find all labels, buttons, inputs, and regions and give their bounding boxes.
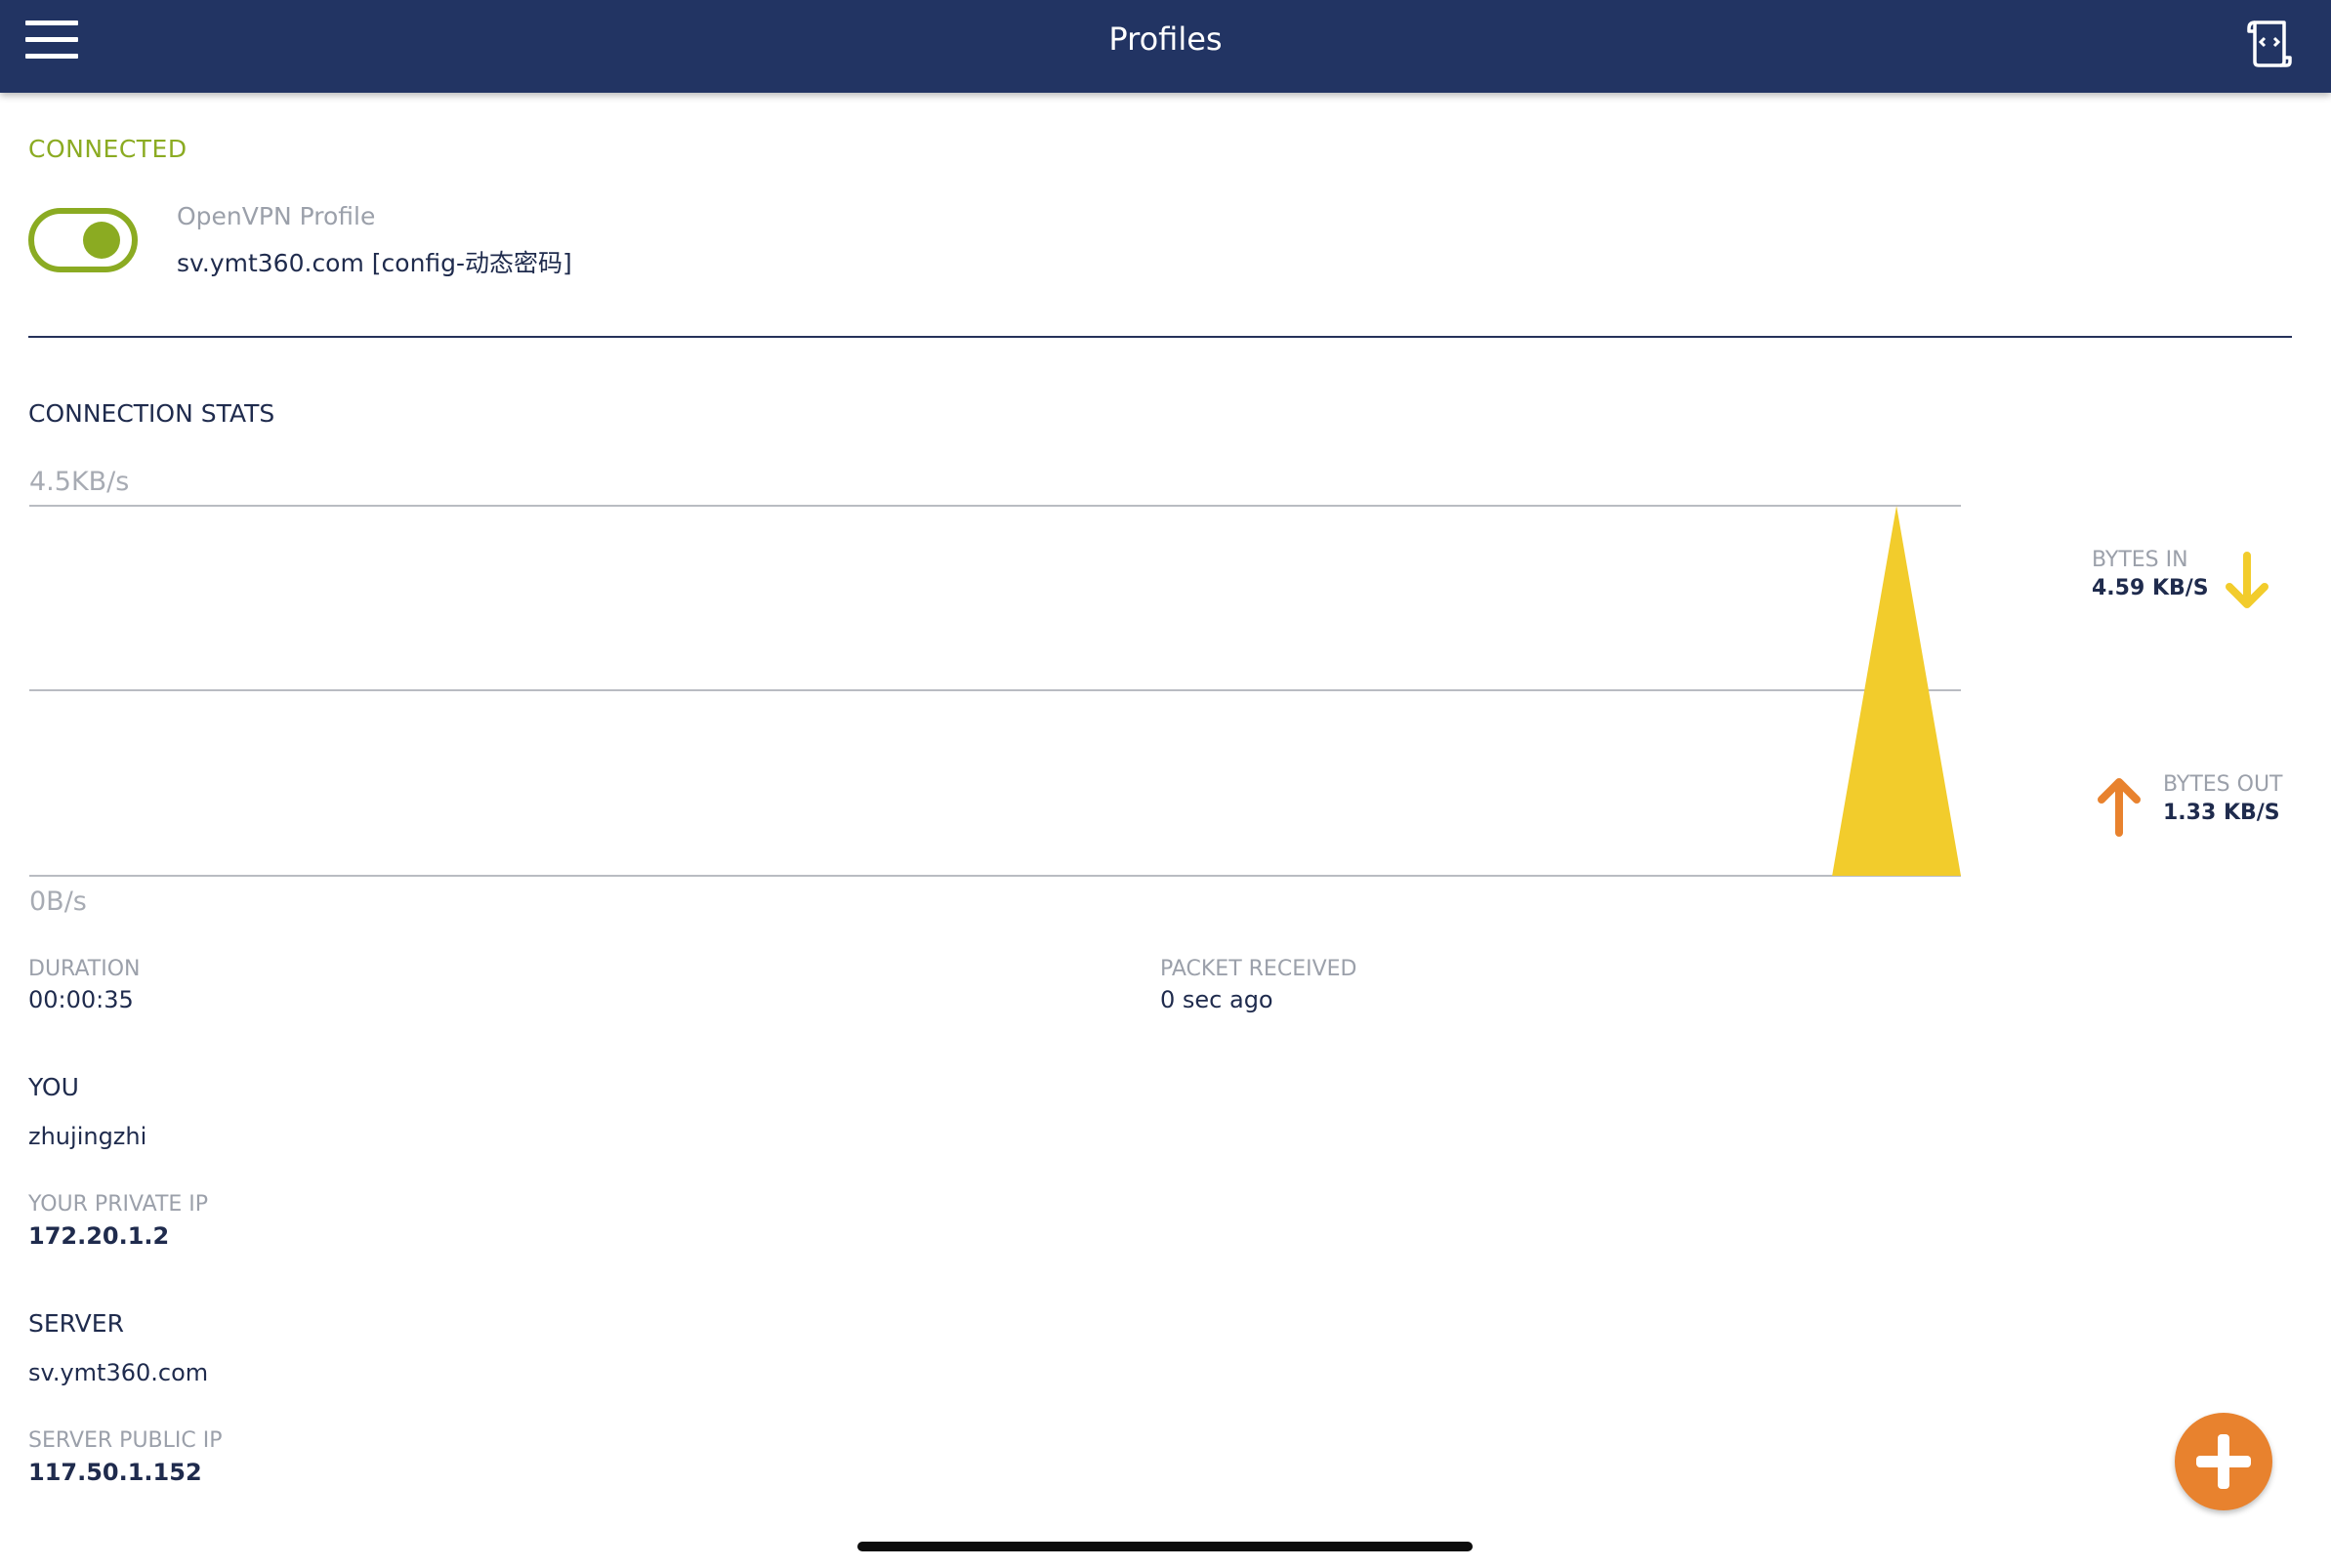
server-public-ip-label: SERVER PUBLIC IP: [28, 1428, 223, 1453]
bytes-in-value: 4.59 KB/S: [2092, 576, 2209, 600]
add-profile-button[interactable]: [2175, 1413, 2272, 1510]
bytes-in-label: BYTES IN: [2092, 548, 2188, 572]
private-ip-value: 172.20.1.2: [28, 1222, 170, 1250]
traffic-chart: [29, 505, 1961, 877]
packet-received-value: 0 sec ago: [1160, 986, 1273, 1013]
packet-received-label: PACKET RECEIVED: [1160, 957, 1357, 981]
arrow-up-icon: [2098, 778, 2141, 837]
private-ip-label: YOUR PRIVATE IP: [28, 1192, 209, 1217]
you-title: YOU: [28, 1073, 79, 1101]
bytes-out-label: BYTES OUT: [2163, 772, 2283, 797]
arrow-down-icon: [2226, 552, 2269, 608]
server-title: SERVER: [28, 1309, 124, 1338]
home-indicator: [857, 1542, 1473, 1551]
username: zhujingzhi: [28, 1123, 147, 1150]
server-hostname: sv.ymt360.com: [28, 1359, 209, 1386]
duration-label: DURATION: [28, 957, 141, 981]
duration-value: 00:00:35: [28, 986, 134, 1013]
server-public-ip-value: 117.50.1.152: [28, 1459, 202, 1486]
bytes-out-value: 1.33 KB/S: [2163, 801, 2280, 825]
